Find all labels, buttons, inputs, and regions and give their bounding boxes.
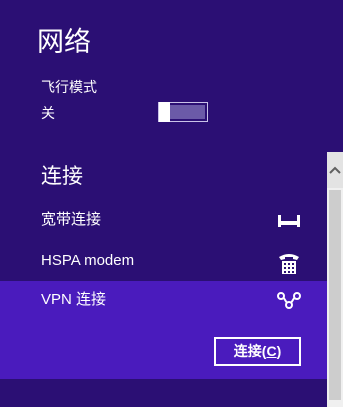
airplane-mode-label: 飞行模式 [41, 79, 97, 95]
vpn-icon [276, 289, 302, 311]
chevron-up-icon [329, 166, 341, 174]
airplane-mode-state: 关 [41, 105, 55, 121]
connection-item-hspa-modem[interactable]: HSPA modem [0, 243, 327, 279]
connection-item-broadband[interactable]: 宽带连接 [0, 202, 327, 238]
connection-name: VPN 连接 [41, 291, 107, 308]
toggle-thumb[interactable] [159, 102, 170, 122]
connect-button[interactable]: 连接(C) [214, 337, 301, 366]
telephone-icon [276, 250, 302, 274]
scrollbar-thumb[interactable] [329, 190, 341, 400]
connection-name: 宽带连接 [41, 211, 102, 228]
scrollbar[interactable] [327, 152, 343, 407]
ethernet-icon [276, 209, 302, 231]
page-title: 网络 [37, 27, 91, 57]
scroll-up-button[interactable] [327, 152, 343, 188]
toggle-track [170, 105, 205, 119]
connections-heading: 连接 [41, 165, 83, 188]
connection-name: HSPA modem [41, 252, 135, 269]
airplane-mode-toggle[interactable] [158, 102, 208, 122]
